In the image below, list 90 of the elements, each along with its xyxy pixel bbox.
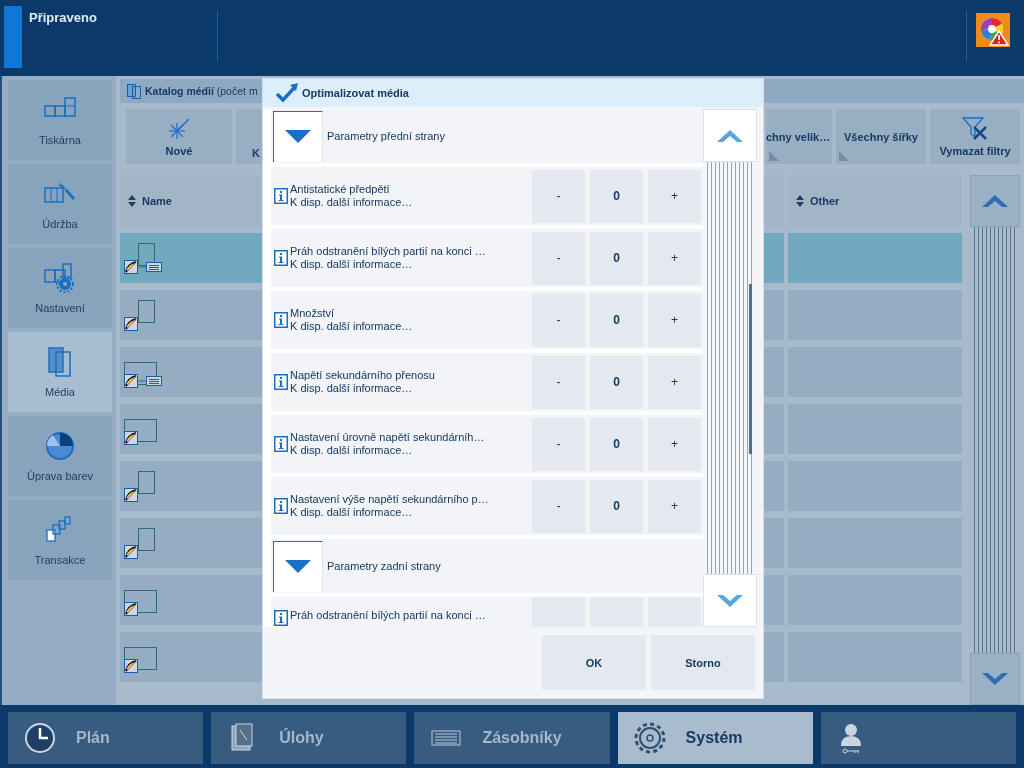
status-text: Připraveno bbox=[29, 10, 98, 25]
info-icon bbox=[274, 498, 288, 514]
decrease-button[interactable]: - bbox=[532, 293, 585, 347]
parameter-label: Množství bbox=[290, 307, 335, 320]
triangle-down-icon bbox=[285, 560, 311, 573]
sidebar-item[interactable]: Transakce bbox=[8, 500, 112, 580]
decrease-button[interactable]: - bbox=[532, 169, 585, 223]
info-button[interactable] bbox=[274, 498, 288, 514]
increase-button[interactable]: + bbox=[648, 231, 701, 285]
sidebar-item[interactable]: Tiskárna bbox=[8, 80, 112, 160]
increase-button[interactable]: + bbox=[648, 417, 701, 471]
column-header[interactable]: Other bbox=[788, 175, 962, 227]
parameter-label: Napětí sekundárního přenosu bbox=[290, 369, 436, 382]
nav-button[interactable] bbox=[820, 712, 1016, 764]
settings-icon bbox=[633, 722, 666, 754]
info-button[interactable] bbox=[274, 436, 288, 452]
value-field[interactable]: 0 bbox=[590, 355, 643, 409]
increase-button[interactable]: + bbox=[648, 479, 701, 533]
sidebar-item[interactable]: Média bbox=[8, 332, 112, 412]
toolbar-button[interactable]: Nové bbox=[126, 109, 232, 164]
info-icon bbox=[274, 436, 288, 452]
section-label: Parametry zadní strany bbox=[327, 560, 441, 572]
clock-icon bbox=[24, 722, 56, 754]
info-button[interactable] bbox=[274, 250, 288, 266]
scroll-track[interactable] bbox=[707, 162, 753, 574]
toolbar-button[interactable]: chny velik… bbox=[766, 109, 832, 164]
scroll-track[interactable] bbox=[974, 227, 1016, 653]
decrease-button[interactable]: - bbox=[532, 479, 585, 533]
sort-icon bbox=[796, 195, 804, 207]
color-wheel-warning-icon[interactable] bbox=[976, 13, 1010, 47]
status-indicator bbox=[4, 6, 22, 68]
decrease-button[interactable]: - bbox=[532, 417, 585, 471]
chevron-down-icon bbox=[717, 594, 743, 607]
dropdown-corner-icon bbox=[769, 151, 779, 161]
increase-button[interactable]: + bbox=[648, 355, 701, 409]
chevron-down-icon bbox=[982, 673, 1008, 685]
more-info-link[interactable]: K disp. další informace… bbox=[290, 258, 532, 271]
sparkle-wand-icon bbox=[167, 116, 191, 141]
info-icon bbox=[274, 610, 288, 626]
dialog-button[interactable]: OK bbox=[542, 635, 646, 690]
parameter-label: Práh odstranění bílých partií na konci … bbox=[290, 245, 487, 258]
dialog-button[interactable]: Storno bbox=[651, 635, 755, 690]
info-button[interactable] bbox=[274, 188, 288, 204]
decrease-button[interactable]: - bbox=[532, 231, 585, 285]
dialog-title: Optimalizovat média bbox=[302, 87, 409, 99]
parameter-label: Antistatické předpětí bbox=[290, 183, 391, 196]
settings-icon bbox=[43, 262, 77, 294]
dropdown-corner-icon bbox=[839, 151, 849, 161]
parameter-label: Nastavení úrovně napětí sekundárníh… bbox=[290, 431, 486, 444]
toolbar-button[interactable]: Všechny šířky bbox=[836, 109, 926, 164]
value-field[interactable]: 0 bbox=[590, 231, 643, 285]
more-info-link[interactable]: K disp. další informace… bbox=[290, 320, 532, 333]
more-info-link[interactable]: K disp. další informace… bbox=[290, 196, 532, 209]
sidebar-item[interactable]: Úprava barev bbox=[8, 416, 112, 496]
section-label: Parametry přední strany bbox=[327, 130, 445, 142]
info-icon bbox=[274, 374, 288, 390]
chevron-up-icon bbox=[717, 129, 743, 142]
expand-button[interactable] bbox=[273, 540, 323, 592]
clear-filter-icon bbox=[962, 116, 988, 141]
value-field[interactable]: 0 bbox=[590, 293, 643, 347]
media-icon bbox=[126, 83, 142, 99]
sort-icon bbox=[128, 195, 136, 207]
chevron-up-icon bbox=[982, 195, 1008, 207]
more-info-link[interactable]: K disp. další informace… bbox=[290, 444, 532, 457]
increase-button[interactable]: + bbox=[648, 169, 701, 223]
color-disc-icon bbox=[43, 430, 77, 462]
parameter-label: Nastavení výše napětí sekundárního p… bbox=[290, 493, 490, 506]
increase-button[interactable]: + bbox=[648, 293, 701, 347]
info-button[interactable] bbox=[274, 610, 288, 626]
sidebar-item[interactable]: Údržba bbox=[8, 164, 112, 244]
parameter-label: Práh odstranění bílých partií na konci … bbox=[290, 609, 487, 622]
more-info-link[interactable]: K disp. další informace… bbox=[290, 382, 532, 395]
value-field[interactable]: 0 bbox=[590, 169, 643, 223]
sidebar-item[interactable]: Nastavení bbox=[8, 248, 112, 328]
nav-button[interactable]: Systém bbox=[617, 712, 813, 764]
value-field[interactable]: 0 bbox=[590, 417, 643, 471]
check-arrow-icon bbox=[275, 83, 299, 103]
toolbar-button[interactable]: Vymazat filtry bbox=[930, 109, 1020, 164]
scroll-thumb[interactable] bbox=[749, 284, 752, 454]
decrease-button[interactable]: - bbox=[532, 355, 585, 409]
value-field[interactable]: 0 bbox=[590, 479, 643, 533]
catalog-title: Katalog médií (počet m bbox=[145, 85, 258, 97]
more-info-link[interactable]: K disp. další informace… bbox=[290, 506, 532, 519]
info-button[interactable] bbox=[274, 374, 288, 390]
info-icon bbox=[274, 312, 288, 328]
info-button[interactable] bbox=[274, 312, 288, 328]
info-icon bbox=[274, 250, 288, 266]
info-icon bbox=[274, 188, 288, 204]
expand-button[interactable] bbox=[273, 110, 323, 162]
triangle-down-icon bbox=[285, 130, 311, 143]
